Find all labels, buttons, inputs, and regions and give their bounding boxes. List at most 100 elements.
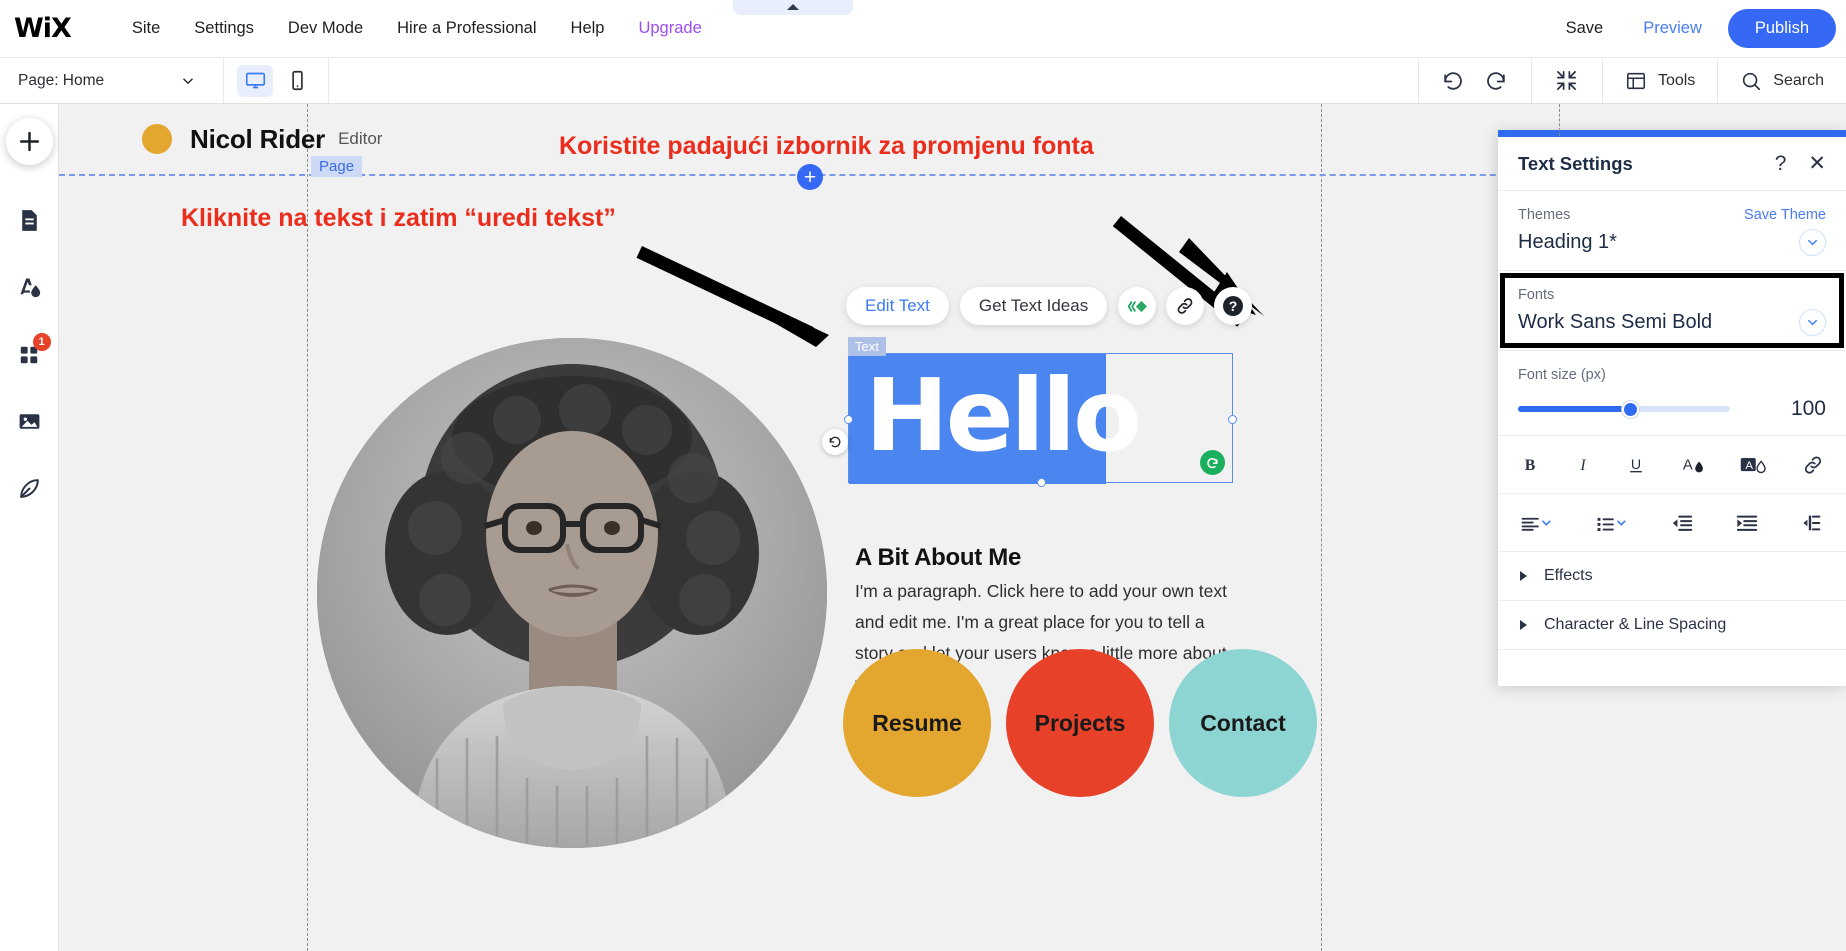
page-selector[interactable]: Page: Home (0, 58, 224, 103)
bullet-list-icon[interactable] (1595, 512, 1629, 534)
top-bar-actions: Save Preview Publish (1546, 9, 1846, 48)
selected-text-element[interactable]: Hello (844, 353, 1237, 487)
profile-photo (317, 338, 827, 848)
effects-accordion[interactable]: Effects (1498, 552, 1846, 601)
sidebar-item-theme[interactable] (6, 264, 53, 311)
question-mark-icon[interactable]: ? (1775, 153, 1787, 174)
preview-button[interactable]: Preview (1623, 19, 1722, 38)
font-size-slider[interactable] (1518, 401, 1730, 418)
resize-handle-right[interactable] (1228, 415, 1237, 424)
italic-icon[interactable]: I (1573, 454, 1593, 476)
wix-logo[interactable]: WiX (14, 13, 72, 44)
spacing-label: Character & Line Spacing (1544, 616, 1727, 633)
edit-text-button[interactable]: Edit Text (846, 287, 949, 325)
chevron-right-icon (1520, 571, 1527, 581)
sidebar-item-blog[interactable] (6, 465, 53, 512)
search-label: Search (1773, 71, 1824, 89)
left-sidebar: 1 (0, 104, 59, 951)
page-section-tag: Page (311, 156, 363, 177)
resize-handle-bottom[interactable] (1037, 478, 1046, 487)
text-direction-icon[interactable] (1800, 512, 1824, 534)
theme-chevron-down-icon[interactable] (1799, 229, 1826, 256)
top-bar: WiX Site Settings Dev Mode Hire a Profes… (0, 0, 1846, 58)
animation-icon[interactable] (1118, 287, 1157, 325)
add-section-button[interactable]: + (797, 164, 823, 190)
theme-value: Heading 1* (1518, 231, 1617, 253)
character-line-spacing-accordion[interactable]: Character & Line Spacing (1498, 601, 1846, 650)
nav-upgrade[interactable]: Upgrade (621, 19, 718, 38)
font-chevron-down-icon[interactable] (1799, 309, 1826, 336)
apps-badge-count: 1 (32, 333, 51, 351)
save-button[interactable]: Save (1546, 19, 1624, 38)
outdent-icon[interactable] (1670, 512, 1694, 534)
sidebar-item-apps[interactable]: 1 (6, 331, 53, 378)
fonts-label: Fonts (1518, 287, 1555, 303)
highlight-color-icon[interactable]: A (1739, 454, 1769, 476)
collapse-toolbar-tab[interactable] (733, 0, 853, 15)
tools-button[interactable]: Tools (1617, 70, 1703, 92)
bold-icon[interactable]: B (1520, 454, 1540, 476)
publish-button[interactable]: Publish (1727, 9, 1836, 48)
font-size-label: Font size (px) (1518, 367, 1606, 383)
projects-circle-button[interactable]: Projects (1006, 649, 1154, 797)
view-mode-switch (224, 58, 329, 103)
nav-site[interactable]: Site (115, 19, 177, 38)
page-selector-label: Page: Home (18, 71, 105, 89)
nav-dev-mode[interactable]: Dev Mode (271, 19, 380, 38)
wix-editor-window: WiX Site Settings Dev Mode Hire a Profes… (0, 0, 1846, 951)
underline-icon[interactable]: U (1626, 454, 1646, 476)
text-element-toolbar: Edit Text Get Text Ideas ? (846, 287, 1262, 325)
nav-help[interactable]: Help (554, 19, 622, 38)
close-icon[interactable]: ✕ (1808, 153, 1826, 174)
panel-guide-line (1559, 104, 1560, 136)
nav-settings[interactable]: Settings (177, 19, 271, 38)
font-size-section: Font size (px) 100 (1498, 351, 1846, 436)
svg-text:U: U (1631, 457, 1641, 473)
themes-label: Themes (1518, 207, 1571, 223)
tools-label: Tools (1657, 71, 1696, 89)
editor-toolbar: Page: Home Tools Search (0, 58, 1846, 104)
contact-circle-button[interactable]: Contact (1169, 649, 1317, 797)
redo-icon[interactable] (1475, 58, 1517, 103)
hello-heading: Hello (865, 357, 1142, 474)
annotation-font-dropdown: Koristite padajući izbornik za promjenu … (559, 132, 1094, 160)
slider-fill (1518, 406, 1630, 412)
svg-text:B: B (1525, 457, 1536, 474)
sidebar-item-media[interactable] (6, 398, 53, 445)
get-text-ideas-button[interactable]: Get Text Ideas (959, 287, 1108, 325)
resize-handle-left[interactable] (844, 415, 853, 424)
zoom-out-group (1530, 58, 1602, 103)
add-element-button[interactable] (5, 118, 53, 165)
panel-title: Text Settings (1518, 152, 1633, 174)
search-button[interactable]: Search (1732, 70, 1832, 92)
link-icon[interactable] (1802, 454, 1824, 476)
rotate-green-icon[interactable] (1200, 450, 1225, 475)
undo-icon[interactable] (1433, 58, 1475, 103)
text-settings-panel: Text Settings ? ✕ Themes Save Theme Head… (1498, 130, 1846, 686)
site-subtitle: Editor (338, 129, 383, 148)
text-align-icon[interactable] (1520, 512, 1554, 534)
undo-redo-group (1417, 58, 1531, 103)
chevron-right-icon (1520, 620, 1527, 630)
nav-hire-a-professional[interactable]: Hire a Professional (380, 19, 553, 38)
site-title: Nicol Rider (190, 123, 326, 154)
text-color-icon[interactable]: A (1680, 454, 1706, 476)
panel-header: Text Settings ? ✕ (1498, 137, 1846, 191)
desktop-view-button[interactable] (237, 64, 273, 97)
indent-icon[interactable] (1735, 512, 1759, 534)
canvas-right-guide (1321, 104, 1322, 951)
mobile-view-button[interactable] (279, 65, 315, 97)
link-icon[interactable] (1166, 287, 1205, 325)
slider-knob[interactable] (1622, 401, 1639, 418)
chevron-up-icon (787, 4, 799, 10)
resume-circle-button[interactable]: Resume (843, 649, 991, 797)
toolbar-right-group: Tools Search (1417, 58, 1846, 103)
sidebar-item-pages[interactable] (6, 197, 53, 244)
save-theme-button[interactable]: Save Theme (1744, 207, 1826, 223)
font-family-value: Work Sans Semi Bold (1518, 311, 1713, 333)
zoom-out-icon[interactable] (1546, 58, 1588, 103)
rotate-handle-icon[interactable] (822, 429, 848, 455)
top-nav: Site Settings Dev Mode Hire a Profession… (115, 19, 719, 38)
site-logo-dot (142, 124, 172, 154)
help-icon[interactable]: ? (1214, 287, 1253, 325)
